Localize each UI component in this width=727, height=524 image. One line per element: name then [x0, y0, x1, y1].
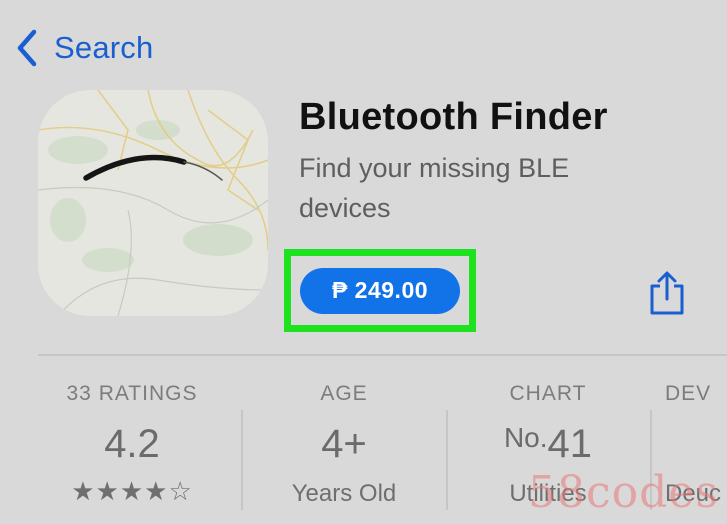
app-store-page: Search Bluetooth Finder Find your missin…	[0, 0, 727, 524]
stat-label: AGE	[320, 382, 368, 405]
share-icon	[650, 271, 684, 315]
chart-rank-number: 41	[547, 422, 593, 466]
app-subtitle: Find your missing BLE devices	[299, 153, 570, 223]
app-title: Bluetooth Finder	[299, 96, 608, 138]
stat-label: DEV	[665, 382, 712, 405]
stat-age[interactable]: AGE 4+ Years Old	[244, 382, 444, 508]
price-button-container: ₱ 249.00	[291, 256, 469, 325]
stat-developer[interactable]: DEV Deuc	[665, 382, 727, 508]
back-button[interactable]: Search	[14, 26, 153, 70]
star-rating: ★★★★☆	[71, 476, 193, 506]
stat-chart[interactable]: CHART No.41 Utilities	[448, 382, 648, 508]
chevron-left-icon	[17, 29, 37, 67]
share-button[interactable]	[646, 270, 688, 316]
stat-label: 33 RATINGS	[66, 382, 198, 405]
price-highlight-box: ₱ 249.00	[284, 249, 476, 332]
back-label: Search	[54, 30, 154, 65]
buy-price-button[interactable]: ₱ 249.00	[300, 267, 460, 314]
stat-separator	[241, 410, 243, 510]
bluetooth-finder-app-icon	[38, 90, 268, 316]
stat-value	[665, 422, 727, 470]
stat-value: 4.2	[104, 422, 160, 466]
stat-sub: Utilities	[509, 480, 587, 507]
stat-sub: Deuc	[665, 480, 722, 507]
chart-rank-prefix: No.	[503, 422, 548, 453]
stat-value: 4+	[321, 422, 367, 466]
stat-label: CHART	[509, 382, 587, 405]
section-divider	[38, 354, 727, 356]
stat-separator	[650, 410, 652, 510]
stat-value: No.41	[448, 422, 648, 470]
stat-sub: Years Old	[291, 480, 397, 507]
stat-ratings[interactable]: 33 RATINGS 4.2 ★★★★☆	[32, 382, 232, 507]
